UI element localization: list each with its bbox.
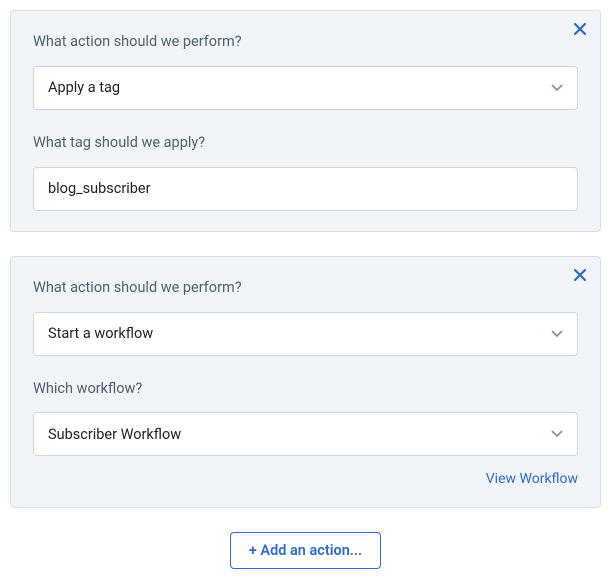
action-label: What action should we perform?	[33, 279, 578, 298]
caret-down-icon	[551, 84, 563, 92]
param-label: Which workflow?	[33, 380, 578, 399]
action-label: What action should we perform?	[33, 33, 578, 52]
workflow-select-value: Subscriber Workflow	[48, 426, 181, 443]
field-group-action: What action should we perform? Apply a t…	[33, 33, 578, 110]
field-group-param: What tag should we apply?	[33, 134, 578, 211]
action-select-value: Start a workflow	[48, 325, 153, 342]
caret-down-icon	[551, 330, 563, 338]
tag-input[interactable]	[33, 167, 578, 211]
action-card: What action should we perform? Start a w…	[10, 256, 601, 509]
action-select-value: Apply a tag	[48, 79, 120, 96]
action-select[interactable]: Start a workflow	[33, 312, 578, 356]
caret-down-icon	[551, 430, 563, 438]
add-action-row: + Add an action...	[10, 532, 601, 569]
action-card: What action should we perform? Apply a t…	[10, 10, 601, 232]
add-action-button[interactable]: + Add an action...	[230, 532, 381, 569]
close-icon[interactable]	[570, 19, 590, 39]
param-label: What tag should we apply?	[33, 134, 578, 153]
card-footer: View Workflow	[33, 468, 578, 487]
close-icon[interactable]	[570, 265, 590, 285]
view-workflow-link[interactable]: View Workflow	[486, 471, 578, 487]
action-select[interactable]: Apply a tag	[33, 66, 578, 110]
field-group-param: Which workflow? Subscriber Workflow	[33, 380, 578, 457]
field-group-action: What action should we perform? Start a w…	[33, 279, 578, 356]
workflow-select[interactable]: Subscriber Workflow	[33, 412, 578, 456]
